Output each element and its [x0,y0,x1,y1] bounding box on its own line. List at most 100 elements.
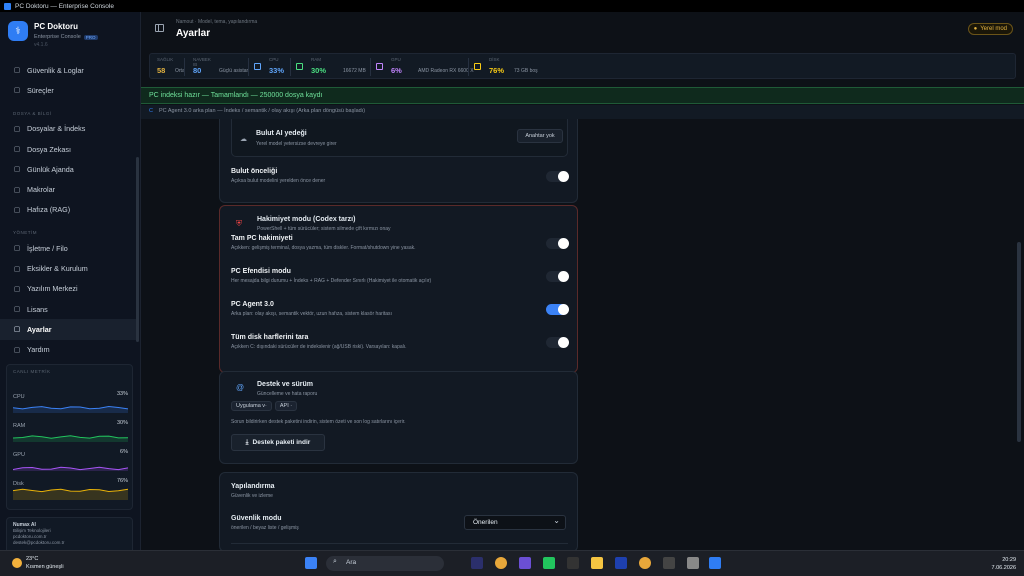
macro-icon: ▢ [13,186,21,194]
brand-name: PC Doktoru [34,22,78,31]
stat-divider [468,58,469,76]
sidebar-item-yardım[interactable]: ▢ Yardım [0,340,136,360]
support-card: @ Destek ve sürüm Güncelleme ve hata rap… [219,371,578,464]
stat-label: RAM [311,57,321,62]
spinner-icon: C [149,108,153,114]
powershell-icon[interactable] [615,557,627,569]
dominion-row-toggle[interactable] [546,271,569,282]
start-icon[interactable] [305,557,317,569]
stat-label: CPU [269,57,279,62]
taskbar-search[interactable]: ⌕ Ara [326,556,444,571]
version-chip: API · [274,401,298,411]
folder-icon[interactable] [591,557,603,569]
photoshop-icon[interactable] [471,557,483,569]
cloud-backup-title: Bulut AI yedeği [256,130,307,137]
sidebar-item-i-şletme-filo[interactable]: ▢ İşletme / Filo [0,238,136,258]
app-icon-2[interactable] [567,557,579,569]
metric-row: GPU 6% [13,449,128,471]
clock-time: 20:29 [1002,557,1016,563]
company-line1: Bilişim Teknolojileri [13,528,51,533]
metric-value: 76% [116,478,128,484]
book-icon: ▢ [13,346,21,354]
sidebar-item-makrolar[interactable]: ▢ Makrolar [0,179,136,199]
sidebar-item-ayarlar[interactable]: ▢ Ayarlar [0,319,136,340]
index-status-banner: PC indeksi hazır — Tamamlandı — 250000 d… [141,87,1024,104]
dominion-row-toggle[interactable] [546,238,569,249]
stat-divider [290,58,291,76]
dominion-row-desc: Her mesajda bilgi durumu + İndeks + RAG … [231,278,432,284]
sidebar-item-label: Eksikler & Kurulum [27,264,88,274]
pc-doktoru-taskbar-icon[interactable] [709,557,721,569]
sidebar-scrollbar[interactable] [136,157,139,342]
metric-value: 33% [116,391,128,397]
dominion-card: ⛨ Hakimiyet modu (Codex tarzı) PowerShel… [219,205,578,373]
sidebar-item-dosya-zekası[interactable]: ▢ Dosya Zekası [0,139,136,159]
sidebar-item-lisans[interactable]: ▢ Lisans [0,299,136,319]
software-icon: ▢ [13,285,21,293]
terminal-icon[interactable] [663,557,675,569]
sidebar-item-eksikler-kurulum[interactable]: ▢ Eksikler & Kurulum [0,258,136,278]
clock[interactable]: 20:29 7.06.2026 [992,556,1016,572]
process-icon: ▢ [13,87,21,95]
metric-value: 30% [116,420,128,426]
security-mode-select[interactable]: Önerilen [464,515,566,530]
download-support-button[interactable]: ⤓ Destek paketi indir [231,434,325,451]
cloud-priority-toggle[interactable] [546,171,569,182]
sidebar-item-label: İşletme / Filo [27,243,68,253]
stat-sub: AMD Radeon RX 6600 X [418,68,474,74]
cloud-priority-title: Bulut önceliği [231,168,278,175]
security-mode-title: Güvenlik modu [231,515,282,522]
dominion-row-desc: Açıkken: gelişmiş terminal, dosya yazma,… [231,245,416,251]
metric-row: RAM 30% [13,420,128,442]
support-title: Destek ve sürüm [257,381,314,388]
live-metrics-panel: CANLI METRİK CPU 33% RAM 30% GPU 6% Disk 76% [6,364,133,510]
dominion-row-toggle[interactable] [546,304,569,315]
at-icon: @ [236,383,245,392]
sidebar-item-günlük-ajanda[interactable]: ▢ Günlük Ajanda [0,159,136,179]
main-scrollbar[interactable] [1017,242,1021,442]
sidebar-toggle-icon[interactable] [155,24,164,32]
config-desc: Güvenlik ve izleme [231,493,273,499]
search-label: Ara [346,559,357,566]
sun-cloud-icon [12,558,22,568]
whatsapp-icon[interactable] [543,557,555,569]
stat-sub: 73 GB boş [514,68,538,74]
metric-sparkline [13,466,128,471]
stat-icon [474,63,481,70]
sidebar-section-header: YÖNETİM [13,230,38,236]
sidebar-item-süreçler[interactable]: ▢ Süreçler [0,80,136,100]
download-icon: ⤓ [245,438,249,446]
tools-icon: ▢ [13,265,21,273]
version-chips: Uygulama v· API · [231,400,300,411]
brand-version: v4.1.6 [34,42,48,48]
company-site[interactable]: pcdoktoru.com.tr [13,534,47,539]
sidebar-item-yazılım-merkezi[interactable]: ▢ Yazılım Merkezi [0,279,136,299]
sidebar-item-label: Ayarlar [27,324,52,334]
sidebar-item-hafıza-rag[interactable]: ▢ Hafıza (RAG) [0,200,136,220]
app-icon-1[interactable] [519,557,531,569]
sidebar-item-label: Yardım [27,345,50,355]
dominion-row: PC Efendisi modu Her mesajda bilgi durumu… [231,268,569,284]
config-title: Yapılandırma [231,483,275,490]
weather-widget[interactable]: 23°C Kısmen güneşli [12,555,64,571]
sidebar-item-label: Süreçler [27,85,54,95]
sidebar-item-dosyalar-i-ndeks[interactable]: ▢ Dosyalar & İndeks [0,119,136,139]
dominion-row-title: Tam PC hakimiyeti [231,235,293,242]
divider [231,543,568,544]
sidebar-item-güvenlik-loglar[interactable]: ▢ Güvenlik & Loglar [0,60,136,80]
chrome-icon-2[interactable] [639,557,651,569]
stat-icon [376,63,383,70]
cloud-card: ☁ Bulut AI yedeği Yerel model yetersizse… [219,119,578,203]
dominion-row-toggle[interactable] [546,337,569,348]
app-icon-3[interactable] [687,557,699,569]
dominion-row-desc: Açıkken C: dışındaki sürücüler de indeks… [231,344,407,350]
mode-badge[interactable]: ● Yerel mod [967,23,1013,35]
fleet-icon: ▢ [13,245,21,253]
stethoscope-icon: ⚕ [8,21,28,41]
chrome-icon[interactable] [495,557,507,569]
mode-label: Yerel mod [980,26,1007,32]
dominion-desc: PowerShell + tüm sürücüler; sistem silme… [257,226,391,232]
stat-value: 33% [269,66,285,75]
api-key-button[interactable]: Anahtar yok [517,129,563,143]
company-email[interactable]: destek@pcdoktoru.com.tr [13,540,64,545]
